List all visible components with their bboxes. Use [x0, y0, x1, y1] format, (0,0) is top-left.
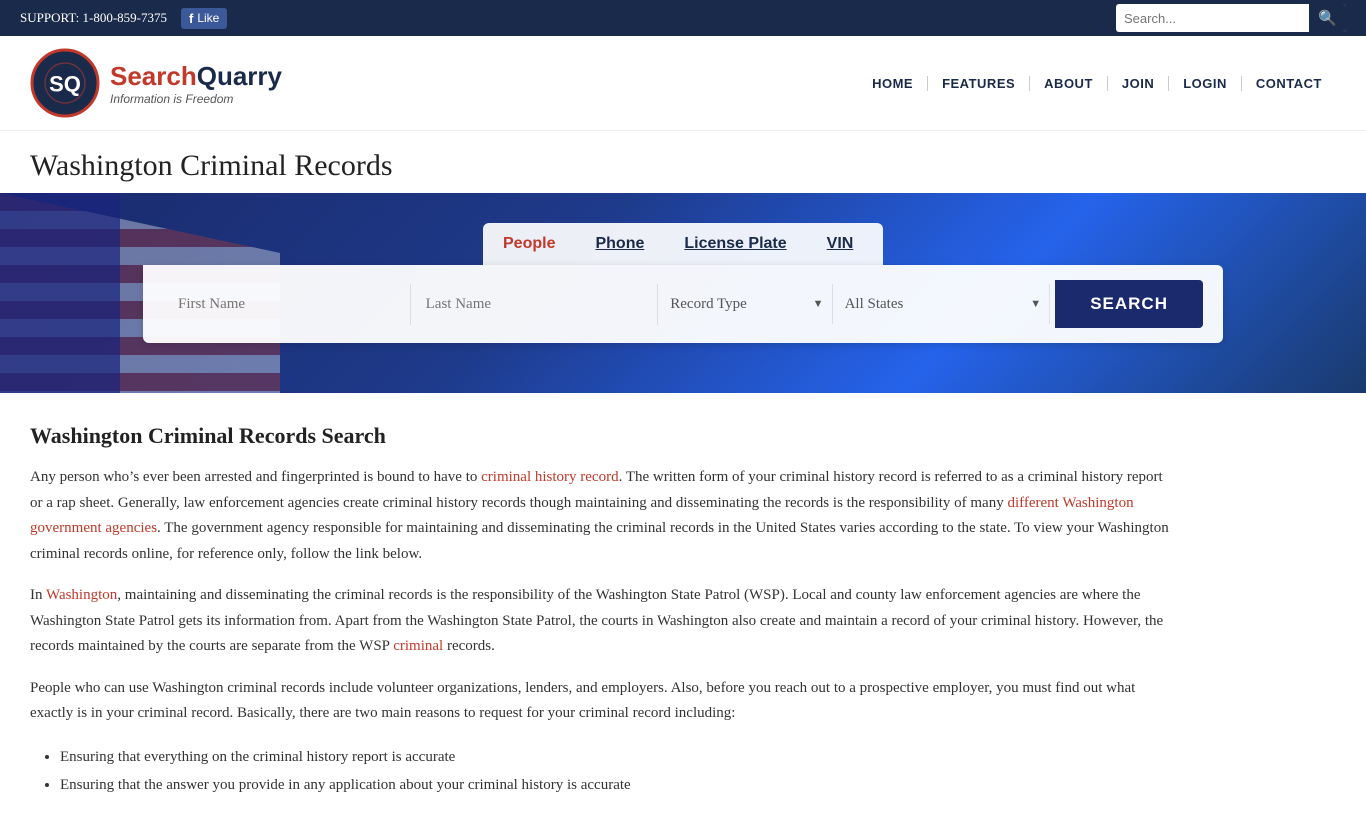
page-title: Washington Criminal Records: [30, 149, 1336, 183]
fb-like-button[interactable]: f Like: [181, 8, 227, 29]
fb-like-label: Like: [197, 11, 219, 25]
tab-vin[interactable]: VIN: [807, 223, 874, 265]
tab-people[interactable]: People: [483, 223, 575, 265]
content-para-2-text-a: In: [30, 587, 46, 603]
main-nav: HOME FEATURES ABOUT JOIN LOGIN CONTACT: [858, 76, 1336, 91]
content-para-1-text-c: . The government agency responsible for …: [30, 520, 1169, 562]
flag-stars: [0, 193, 120, 393]
nav-contact[interactable]: CONTACT: [1242, 76, 1336, 91]
search-button[interactable]: SEARCH: [1055, 280, 1203, 328]
content-para-1: Any person who’s ever been arrested and …: [30, 465, 1170, 567]
fb-icon: f: [189, 11, 193, 26]
top-bar-right: 🔍: [1116, 4, 1346, 32]
nav-home[interactable]: HOME: [858, 76, 928, 91]
content-para-1-text-a: Any person who’s ever been arrested and …: [30, 469, 481, 485]
record-type-select[interactable]: Record Type Criminal Records Background …: [658, 284, 831, 324]
list-item-2: Ensuring that the answer you provide in …: [60, 771, 1170, 800]
nav-login[interactable]: LOGIN: [1169, 76, 1242, 91]
logo-text-area: SearchQuarry Information is Freedom: [110, 61, 282, 106]
content-para-2: In Washington, maintaining and dissemina…: [30, 583, 1170, 660]
all-states-select[interactable]: All States Alabama Alaska Washington: [833, 284, 1050, 324]
top-search-box[interactable]: 🔍: [1116, 4, 1346, 32]
content-list: Ensuring that everything on the criminal…: [60, 743, 1170, 800]
header: SQ SearchQuarry Information is Freedom H…: [0, 36, 1366, 131]
criminal-history-link[interactable]: criminal history record: [481, 469, 618, 485]
tab-phone[interactable]: Phone: [575, 223, 664, 265]
support-label: SUPPORT: 1-800-859-7375: [20, 10, 167, 26]
first-name-input[interactable]: [163, 284, 411, 325]
logo-area: SQ SearchQuarry Information is Freedom: [30, 48, 282, 118]
top-search-button[interactable]: 🔍: [1309, 4, 1346, 32]
logo-tagline: Information is Freedom: [110, 92, 282, 106]
logo-brand-blue: Quarry: [197, 61, 282, 91]
all-states-wrapper: All States Alabama Alaska Washington: [833, 284, 1051, 324]
nav-join[interactable]: JOIN: [1108, 76, 1169, 91]
last-name-input[interactable]: [411, 284, 659, 325]
tab-license-plate[interactable]: License Plate: [664, 223, 806, 265]
top-bar-left: SUPPORT: 1-800-859-7375 f Like: [20, 8, 227, 29]
washington-link[interactable]: Washington: [46, 587, 117, 603]
nav-about[interactable]: ABOUT: [1030, 76, 1108, 91]
logo-icon: SQ: [30, 48, 100, 118]
svg-text:SQ: SQ: [49, 72, 81, 97]
criminal-link[interactable]: criminal: [393, 638, 443, 654]
list-item-1: Ensuring that everything on the criminal…: [60, 743, 1170, 772]
top-bar: SUPPORT: 1-800-859-7375 f Like 🔍: [0, 0, 1366, 36]
logo-brand: SearchQuarry: [110, 61, 282, 92]
top-search-input[interactable]: [1116, 7, 1309, 30]
search-tabs: People Phone License Plate VIN: [483, 223, 883, 265]
search-form: Record Type Criminal Records Background …: [143, 265, 1223, 343]
page-title-area: Washington Criminal Records: [0, 131, 1366, 193]
hero-banner: People Phone License Plate VIN Record Ty…: [0, 193, 1366, 393]
record-type-wrapper: Record Type Criminal Records Background …: [658, 284, 832, 324]
content-para-2-text-b: , maintaining and disseminating the crim…: [30, 587, 1163, 654]
content-section-title: Washington Criminal Records Search: [30, 423, 1170, 449]
content-para-2-text-c: records.: [443, 638, 495, 654]
nav-features[interactable]: FEATURES: [928, 76, 1030, 91]
content-para-3: People who can use Washington criminal r…: [30, 676, 1170, 727]
logo-brand-red: Search: [110, 61, 197, 91]
content-area: Washington Criminal Records Search Any p…: [0, 393, 1200, 830]
